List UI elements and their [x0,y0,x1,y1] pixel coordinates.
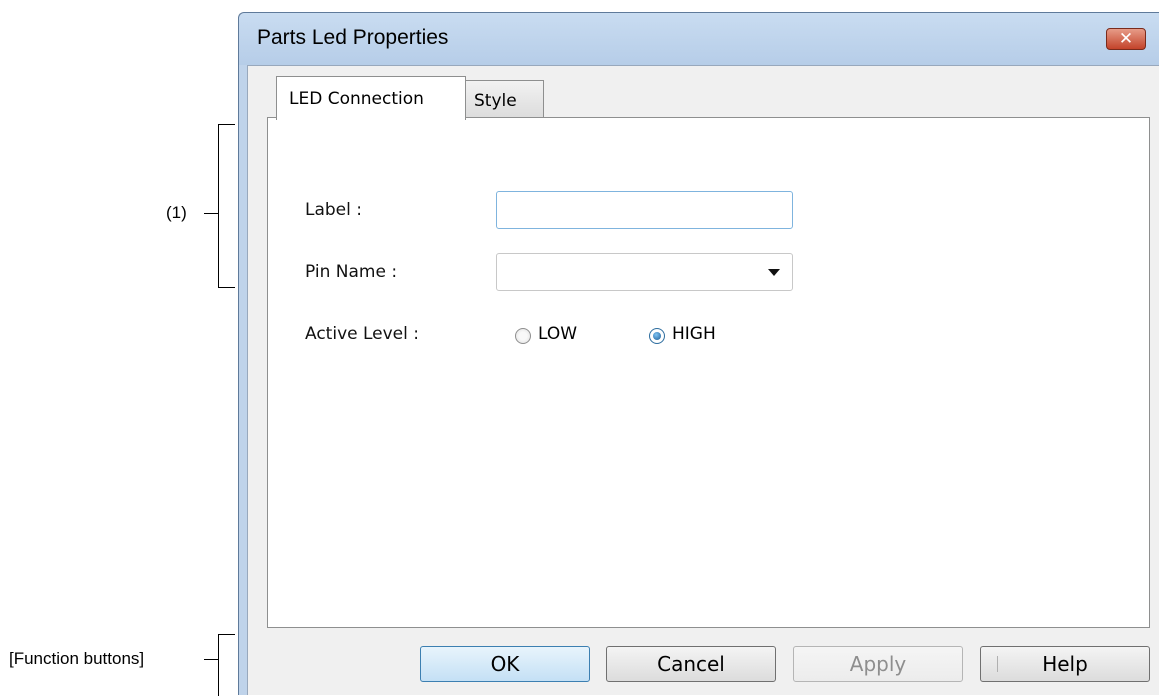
dialog-client-area: LED Connection Style Label : Pin Name : … [247,65,1159,695]
help-button-label: Help [1042,652,1088,676]
dialog-title: Parts Led Properties [257,26,449,49]
radio-high-label[interactable]: HIGH [672,324,716,344]
radio-high[interactable] [649,328,665,344]
help-button[interactable]: Help [980,646,1150,682]
radio-low-label[interactable]: LOW [538,324,577,344]
title-bar[interactable]: Parts Led Properties ✕ [239,13,1159,65]
parts-led-properties-dialog: Parts Led Properties ✕ LED Connection St… [238,12,1159,695]
annotation-function-buttons-label: [Function buttons] [9,649,145,668]
tab-led-connection-label: LED Connection [289,89,424,109]
dropdown-arrow-icon[interactable] [768,269,780,276]
apply-button[interactable]: Apply [793,646,963,682]
close-icon: ✕ [1118,29,1134,49]
ok-button-label: OK [490,652,520,676]
annotation-section-1-label: (1) [166,203,187,222]
tab-style[interactable]: Style [465,80,544,118]
tab-style-label: Style [474,91,517,111]
apply-button-label: Apply [849,652,907,676]
annotation-section-1-tick [204,213,218,214]
close-button[interactable]: ✕ [1106,28,1146,50]
radio-selected-dot-icon [653,332,661,340]
active-level-label: Active Level : [305,324,419,344]
pin-name-label: Pin Name : [305,262,398,282]
cancel-button[interactable]: Cancel [606,646,776,682]
text-cursor-icon [997,656,998,672]
radio-low[interactable] [515,328,531,344]
ok-button[interactable]: OK [420,646,590,682]
pin-name-dropdown[interactable] [496,253,793,291]
tab-led-connection[interactable]: LED Connection [276,76,466,120]
cancel-button-label: Cancel [657,652,725,676]
label-input[interactable] [496,191,793,229]
annotation-section-1-bracket [218,124,235,288]
label-field-label: Label : [305,200,362,220]
led-connection-panel: Label : Pin Name : Active Level : LOW HI… [267,117,1150,628]
annotation-function-buttons-bracket [218,634,235,696]
annotation-function-buttons-tick [204,659,218,660]
